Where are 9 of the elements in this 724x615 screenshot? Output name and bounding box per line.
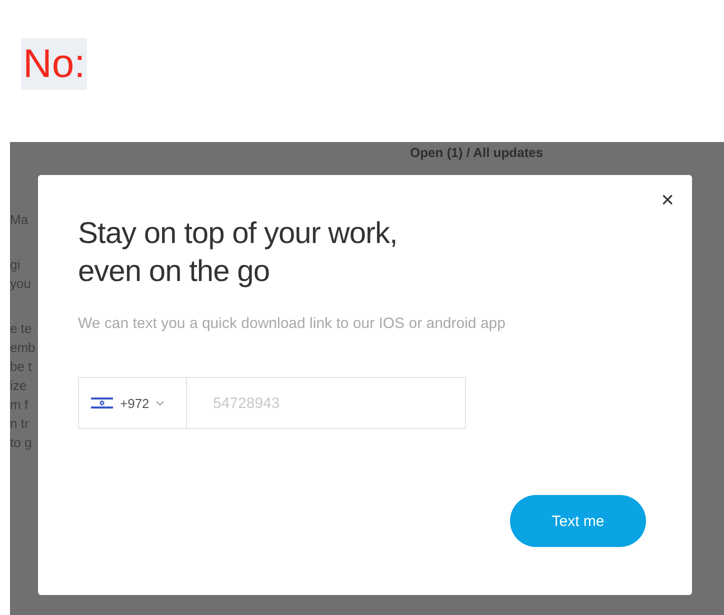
flag-icon xyxy=(91,396,113,410)
country-code: +972 xyxy=(120,396,150,410)
dialog-title: Stay on top of your work, even on the go xyxy=(78,216,398,290)
background-header-text: Open (1) / All updates xyxy=(410,145,544,160)
country-code-dropdown[interactable]: +972 xyxy=(79,378,187,428)
dialog-subtitle: We can text you a quick download link to our IOS or android app xyxy=(78,315,506,332)
caret-icon xyxy=(156,400,164,406)
no-label: No: xyxy=(21,38,88,90)
close-button[interactable]: × xyxy=(657,185,678,215)
